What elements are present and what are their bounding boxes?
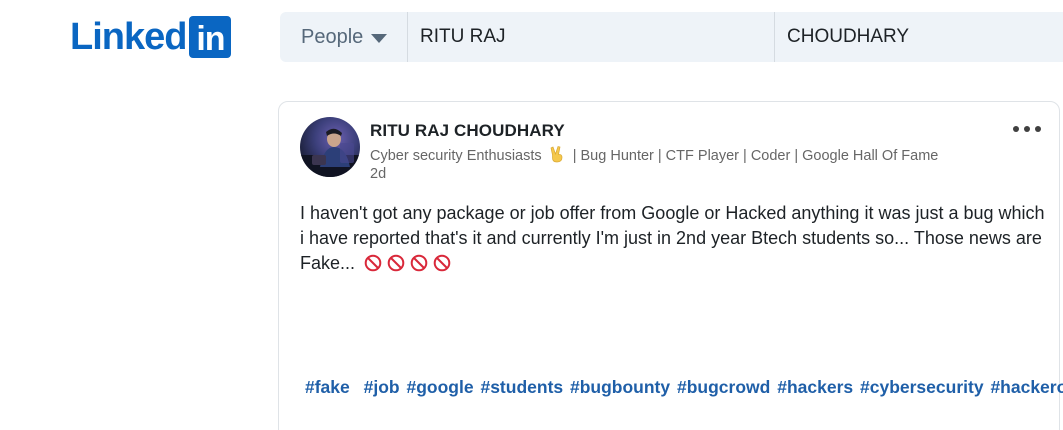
hashtag-hackerone[interactable]: #hackerone (990, 377, 1063, 397)
hashtag-bugcrowd[interactable]: #bugcrowd (677, 377, 770, 397)
hashtag-google[interactable]: #google (407, 377, 474, 397)
no-entry-icon (364, 254, 382, 272)
logo-text: Linked (70, 16, 187, 58)
logo-in-box: in (189, 16, 232, 58)
no-entry-emoji-group (364, 254, 451, 272)
linkedin-logo[interactable]: Linked in (70, 16, 232, 58)
linkedin-page: Linked in People RITU RAJ CHOUDHARY RITU … (0, 0, 1063, 430)
victory-hand-icon (549, 146, 565, 167)
search-type-label: People (301, 25, 364, 48)
hashtag-bugbounty[interactable]: #bugbounty (570, 377, 670, 397)
search-type-dropdown[interactable]: People (280, 12, 408, 62)
headline-text-end: | Bug Hunter | CTF Player | Coder | Goog… (572, 148, 939, 164)
avatar[interactable] (300, 117, 360, 177)
hashtag-hackers[interactable]: #hackers (777, 377, 853, 397)
author-name[interactable]: RITU RAJ CHOUDHARY (370, 121, 565, 141)
last-name-input[interactable]: CHOUDHARY (775, 12, 1063, 62)
post-card: RITU RAJ CHOUDHARY Cyber security Enthus… (278, 101, 1063, 430)
post-body: I haven't got any package or job offer f… (300, 201, 1045, 276)
hashtag-cybersecurity[interactable]: #cybersecurity (860, 377, 984, 397)
post-timestamp: 2d (370, 166, 387, 182)
first-name-input[interactable]: RITU RAJ (408, 12, 775, 62)
people-search-bar: People RITU RAJ CHOUDHARY (280, 12, 1063, 62)
headline-text-start: Cyber security Enthusiasts (370, 148, 542, 164)
no-entry-icon (410, 254, 428, 272)
last-name-value: CHOUDHARY (787, 26, 910, 47)
no-entry-icon (387, 254, 405, 272)
hashtag-students[interactable]: #students (480, 377, 563, 397)
hashtag-job[interactable]: #job (364, 377, 400, 397)
author-headline: Cyber security Enthusiasts | Bug Hunter … (370, 146, 938, 167)
more-options-icon[interactable] (1013, 124, 1041, 134)
caret-down-icon (371, 33, 388, 43)
first-name-value: RITU RAJ (420, 26, 506, 47)
no-entry-icon (433, 254, 451, 272)
hashtag-list: #fake #job #google #students #bugbounty … (305, 377, 1063, 398)
hashtag-fake[interactable]: #fake (305, 377, 350, 397)
